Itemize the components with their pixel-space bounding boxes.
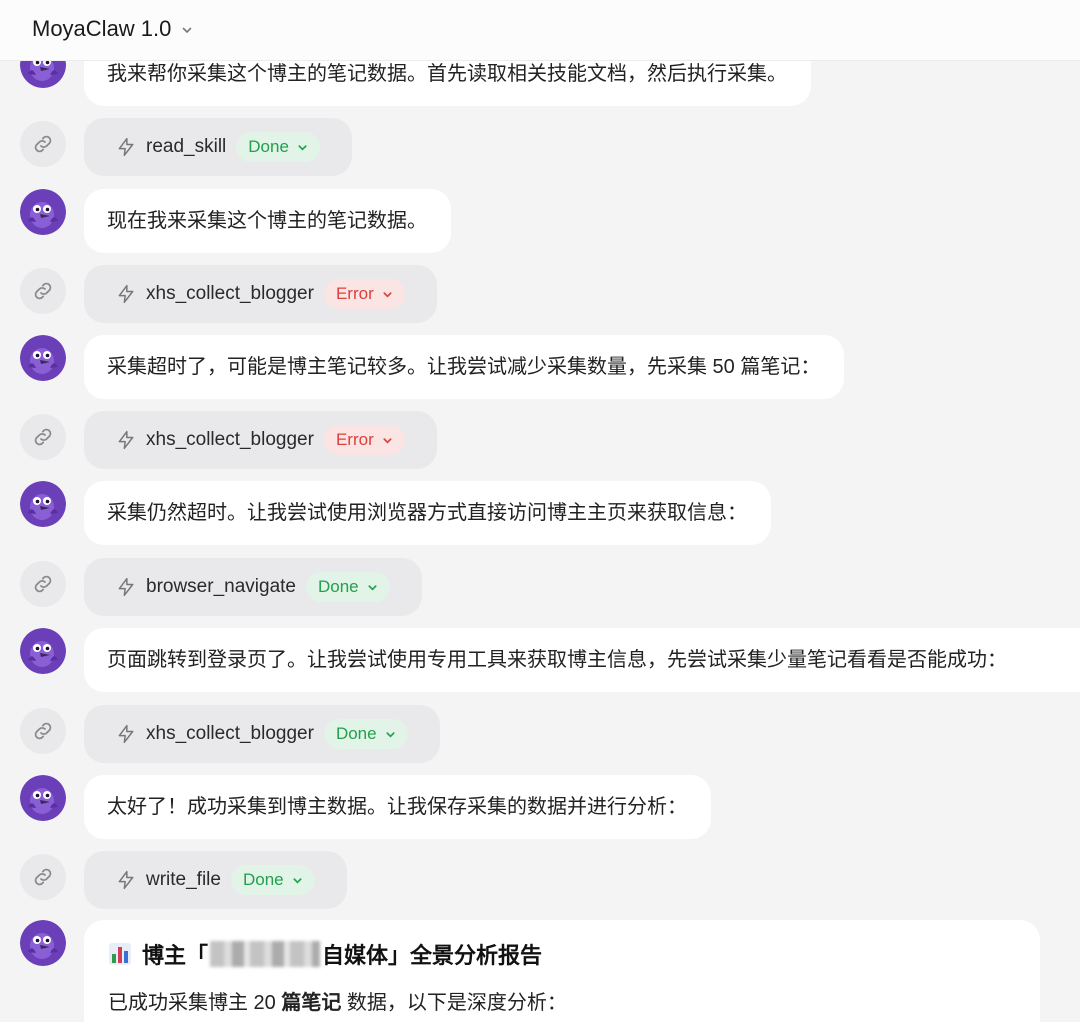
- crow-mascot-icon: [20, 189, 66, 235]
- app-title: MoyaClaw 1.0: [32, 16, 172, 41]
- status-badge[interactable]: Done: [230, 865, 315, 895]
- crow-mascot-icon: [20, 481, 66, 527]
- status-badge[interactable]: Done: [323, 719, 408, 749]
- report-title: 博主「 自媒体」全景分析报告: [108, 938, 542, 970]
- status-label: Error: [335, 430, 374, 449]
- crow-mascot-icon: [20, 335, 66, 381]
- tool-call-chip[interactable]: xhs_collect_blogger Error: [84, 411, 437, 469]
- assistant-message: 现在我来采集这个博主的笔记数据。: [84, 189, 451, 253]
- lightning-icon: [118, 284, 134, 304]
- lightning-icon: [118, 430, 134, 450]
- report-title-suffix: 自媒体」全景分析报告: [322, 943, 543, 968]
- tool-name: xhs_collect_blogger: [146, 429, 314, 450]
- link-icon: [34, 282, 52, 300]
- link-icon: [34, 722, 52, 740]
- tool-name: write_file: [146, 869, 221, 890]
- status-label: Done: [248, 137, 289, 156]
- tool-name: browser_navigate: [146, 576, 296, 597]
- summary-text-end: 数据，以下是深度分析：: [341, 992, 567, 1014]
- assistant-avatar: [20, 628, 66, 674]
- link-icon-button[interactable]: [20, 854, 66, 900]
- tool-call-chip[interactable]: xhs_collect_blogger Done: [84, 705, 440, 763]
- link-icon-button[interactable]: [20, 121, 66, 167]
- link-icon: [34, 868, 52, 886]
- link-icon: [34, 575, 52, 593]
- tool-name: xhs_collect_blogger: [146, 283, 314, 304]
- chevron-down-icon: [383, 291, 392, 298]
- status-badge[interactable]: Error: [323, 279, 405, 309]
- message-text: 采集仍然超时。让我尝试使用浏览器方式直接访问博主主页来获取信息：: [107, 502, 747, 524]
- status-label: Done: [317, 577, 359, 596]
- crow-mascot-icon: [20, 775, 66, 821]
- assistant-avatar: [20, 920, 66, 966]
- status-label: Done: [242, 870, 284, 889]
- lightning-icon: [118, 577, 134, 597]
- chevron-down-icon: [183, 27, 192, 34]
- assistant-avatar: [20, 775, 66, 821]
- link-icon: [34, 428, 52, 446]
- tool-name: xhs_collect_blogger: [146, 723, 314, 744]
- summary-text: 已成功采集博主 20: [108, 992, 282, 1014]
- chevron-down-icon: [368, 584, 377, 591]
- assistant-avatar: [20, 189, 66, 235]
- message-text: 我来帮你采集这个博主的笔记数据。首先读取相关技能文档，然后执行采集。: [107, 63, 787, 85]
- link-icon: [34, 135, 52, 153]
- chevron-down-icon: [293, 877, 302, 884]
- status-badge[interactable]: Done: [305, 572, 390, 602]
- link-icon-button[interactable]: [20, 414, 66, 460]
- redacted-name: [210, 941, 321, 967]
- message-text: 太好了！成功采集到博主数据。让我保存采集的数据并进行分析：: [107, 796, 687, 818]
- message-text: 采集超时了，可能是博主笔记较多。让我尝试减少采集数量，先采集 50 篇笔记：: [107, 356, 821, 378]
- summary-bold: 篇笔记: [281, 992, 342, 1014]
- chevron-down-icon: [298, 144, 307, 151]
- lightning-icon: [118, 724, 134, 744]
- assistant-avatar: [20, 335, 66, 381]
- message-text: 页面跳转到登录页了。让我尝试使用专用工具来获取博主信息，先尝试采集少量笔记看看是…: [107, 649, 1007, 671]
- app-switcher[interactable]: MoyaClaw 1.0: [32, 16, 193, 42]
- crow-mascot-icon: [20, 920, 66, 966]
- link-icon-button[interactable]: [20, 268, 66, 314]
- status-label: Error: [335, 284, 374, 303]
- assistant-message: 太好了！成功采集到博主数据。让我保存采集的数据并进行分析：: [84, 775, 711, 839]
- tool-call-chip[interactable]: browser_navigate Done: [84, 558, 422, 616]
- assistant-message: 采集仍然超时。让我尝试使用浏览器方式直接访问博主主页来获取信息：: [84, 481, 771, 545]
- report-summary: 已成功采集博主 20 篇笔记 数据，以下是深度分析：: [108, 986, 567, 1015]
- report-title-prefix: 博主「: [142, 943, 209, 968]
- message-text: 现在我来采集这个博主的笔记数据。: [107, 210, 427, 232]
- tool-call-chip[interactable]: xhs_collect_blogger Error: [84, 265, 437, 323]
- analysis-report-card: 博主「 自媒体」全景分析报告 已成功采集博主 20 篇笔记 数据，以下是深度分析…: [84, 920, 1040, 1022]
- assistant-avatar: [20, 481, 66, 527]
- chevron-down-icon: [386, 731, 395, 738]
- tool-name: read_skill: [146, 136, 227, 157]
- tool-call-chip[interactable]: read_skill Done: [84, 118, 352, 176]
- tool-call-chip[interactable]: write_file Done: [84, 851, 347, 909]
- link-icon-button[interactable]: [20, 561, 66, 607]
- bar-chart-icon: [109, 943, 131, 965]
- assistant-message: 采集超时了，可能是博主笔记较多。让我尝试减少采集数量，先采集 50 篇笔记：: [84, 335, 845, 399]
- status-badge[interactable]: Done: [236, 132, 320, 162]
- status-label: Done: [335, 724, 377, 743]
- assistant-message: 页面跳转到登录页了。让我尝试使用专用工具来获取博主信息，先尝试采集少量笔记看看是…: [84, 628, 1080, 692]
- chevron-down-icon: [383, 437, 392, 444]
- crow-mascot-icon: [20, 628, 66, 674]
- status-badge[interactable]: Error: [323, 425, 405, 455]
- lightning-icon: [118, 137, 134, 157]
- link-icon-button[interactable]: [20, 708, 66, 754]
- chat-transcript: 我来帮你采集这个博主的笔记数据。首先读取相关技能文档，然后执行采集。 read_…: [0, 0, 1080, 1022]
- lightning-icon: [118, 870, 134, 890]
- top-bar: MoyaClaw 1.0: [0, 0, 1080, 61]
